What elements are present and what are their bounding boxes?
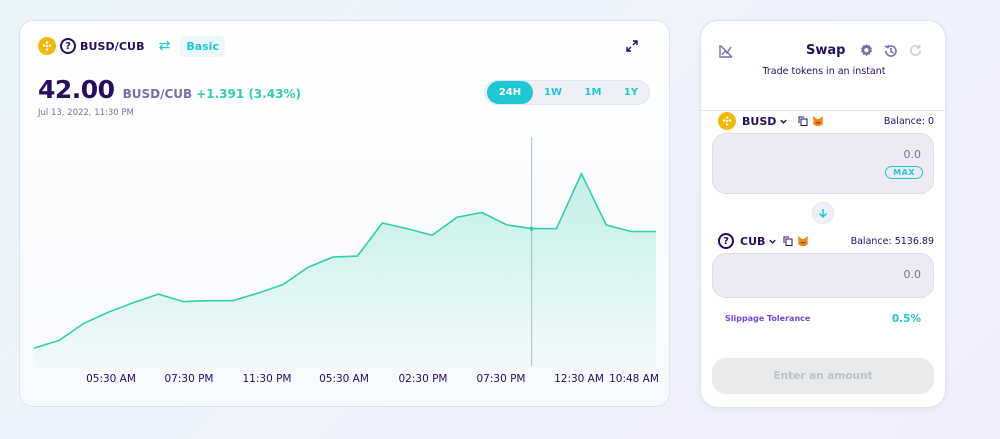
- copy-icon[interactable]: [798, 116, 808, 126]
- price-chart[interactable]: 05:30 AM 07:30 PM 11:30 PM 05:30 AM 02:30 PM…: [20, 21, 671, 408]
- x-tick-label: 12:30 AM: [554, 373, 604, 385]
- from-balance: Balance: 0: [883, 115, 934, 127]
- x-tick-label: 07:30 PM: [165, 373, 214, 385]
- switch-tokens-button[interactable]: [812, 202, 834, 224]
- arrow-down-icon: [818, 209, 828, 219]
- swap-header: Swap Trade tokens in an instant: [701, 21, 947, 111]
- x-tick-label: 05:30 AM: [319, 373, 369, 385]
- to-token-select[interactable]: CUB: [740, 235, 765, 248]
- price-chart-card: ? BUSD/CUB ⇄ Basic 42.00 BUSD/CUB +1.391…: [19, 20, 670, 407]
- from-token-row: BUSD Balance: 0: [718, 112, 934, 130]
- metamask-icon[interactable]: [812, 115, 824, 127]
- history-icon[interactable]: [883, 43, 899, 59]
- refresh-icon[interactable]: [908, 43, 923, 58]
- to-balance: Balance: 5136.89: [850, 235, 934, 247]
- max-button[interactable]: MAX: [885, 166, 923, 179]
- to-token-row: ? CUB Balance: 5136.89: [718, 232, 934, 250]
- swap-subtitle: Trade tokens in an instant: [762, 66, 886, 77]
- slippage-value[interactable]: 0.5%: [892, 313, 921, 325]
- from-token-select[interactable]: BUSD: [742, 115, 776, 128]
- enter-amount-button[interactable]: Enter an amount: [712, 358, 934, 394]
- swap-title: Swap: [806, 43, 846, 58]
- to-amount-box[interactable]: 0.0: [712, 253, 934, 298]
- x-tick-label: 07:30 PM: [477, 373, 526, 385]
- chevron-down-icon[interactable]: [768, 237, 777, 246]
- to-amount-input[interactable]: 0.0: [904, 268, 922, 281]
- chart-area-fill: [34, 173, 656, 368]
- from-amount-input[interactable]: 0.0: [904, 148, 922, 161]
- gear-icon[interactable]: [859, 43, 874, 58]
- metamask-icon[interactable]: [797, 235, 809, 247]
- swap-card: Swap Trade tokens in an instant BUSD Bal…: [700, 20, 947, 408]
- chart-point[interactable]: [529, 226, 534, 231]
- slippage-label: Slippage Tolerance: [725, 314, 811, 323]
- chevron-down-icon[interactable]: [779, 117, 788, 126]
- from-amount-box[interactable]: 0.0 MAX: [712, 133, 934, 194]
- x-tick-label: 10:48 AM: [609, 373, 659, 385]
- help-icon[interactable]: ?: [718, 233, 734, 249]
- x-tick-label: 02:30 PM: [399, 373, 448, 385]
- x-tick-label: 11:30 PM: [243, 373, 292, 385]
- busd-coin-icon[interactable]: [718, 112, 736, 130]
- copy-icon[interactable]: [783, 236, 793, 246]
- chart-toggle-icon[interactable]: [718, 43, 734, 59]
- x-tick-label: 05:30 AM: [86, 373, 136, 385]
